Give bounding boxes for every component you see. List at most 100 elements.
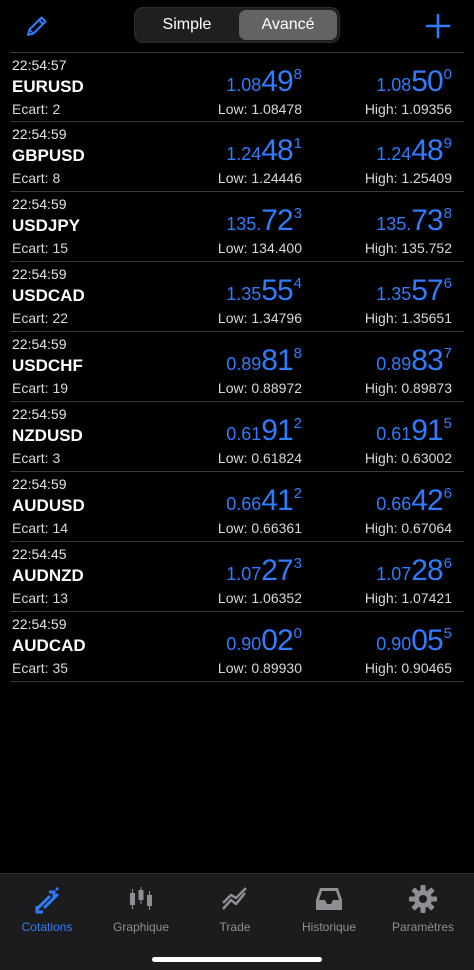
- quote-row[interactable]: 22:54:59 USDCAD Ecart: 22 1.35554 1.3557…: [10, 262, 464, 332]
- bid-price-fraction: 1: [293, 135, 302, 152]
- bid-price[interactable]: 135.723: [226, 204, 302, 238]
- bid-price-fraction: 0: [293, 625, 302, 642]
- bid-price-prefix: 0.89: [226, 354, 262, 374]
- ask-price-pips: 50: [411, 65, 443, 98]
- bid-price-prefix: 1.07: [226, 564, 262, 584]
- quote-low: Low: 0.89930: [217, 660, 302, 676]
- bid-price-prefix: 135.: [226, 214, 262, 234]
- quote-spread: Ecart: 19: [12, 380, 69, 396]
- ask-price-pips: 28: [411, 554, 443, 587]
- ask-price[interactable]: 1.35576: [376, 274, 452, 308]
- tab-label: Trade: [219, 920, 251, 934]
- ask-price-pips: 57: [411, 274, 443, 307]
- bid-price[interactable]: 1.35554: [226, 274, 302, 308]
- tab-label: Paramètres: [391, 920, 455, 934]
- ask-price-pips: 83: [411, 344, 443, 377]
- segment-simple[interactable]: Simple: [137, 10, 237, 40]
- quote-symbol: AUDNZD: [12, 566, 84, 585]
- quote-low: Low: 0.61824: [217, 450, 302, 466]
- bid-price[interactable]: 1.24481: [226, 134, 302, 168]
- quotes-list: 22:54:57 EURUSD Ecart: 2 1.08498 1.08500…: [0, 52, 474, 682]
- ask-price-prefix: 0.66: [376, 494, 412, 514]
- ask-price[interactable]: 0.61915: [376, 414, 452, 448]
- quote-row[interactable]: 22:54:59 USDJPY Ecart: 15 135.723 135.73…: [10, 192, 464, 262]
- ask-price-pips: 91: [411, 414, 443, 447]
- quote-time: 22:54:59: [12, 336, 67, 352]
- bid-price-pips: 41: [261, 484, 293, 517]
- quote-spread: Ecart: 22: [12, 310, 69, 326]
- bid-price[interactable]: 1.07273: [226, 554, 302, 588]
- bid-price-prefix: 1.35: [226, 284, 262, 304]
- bid-price-fraction: 4: [293, 275, 302, 292]
- bid-price-pips: 48: [261, 134, 293, 167]
- quote-row[interactable]: 22:54:59 GBPUSD Ecart: 8 1.24481 1.24489…: [10, 122, 464, 192]
- ask-price[interactable]: 1.24489: [376, 134, 452, 168]
- bid-price-fraction: 2: [293, 485, 302, 502]
- bid-price-prefix: 1.24: [226, 144, 262, 164]
- ask-price-fraction: 9: [443, 135, 452, 152]
- quote-row[interactable]: 22:54:59 AUDUSD Ecart: 14 0.66412 0.6642…: [10, 472, 464, 542]
- quote-low: Low: 1.08478: [217, 101, 302, 117]
- tab-cotations[interactable]: Cotations: [0, 880, 94, 940]
- bid-price-fraction: 2: [293, 415, 302, 432]
- quote-spread: Ecart: 15: [12, 240, 69, 256]
- quotes-arrows-icon: [35, 887, 59, 914]
- ask-price[interactable]: 0.89837: [376, 344, 452, 378]
- quote-spread: Ecart: 2: [12, 101, 61, 117]
- quote-spread: Ecart: 8: [12, 170, 61, 186]
- quote-symbol: AUDCAD: [12, 636, 86, 655]
- quote-time: 22:54:59: [12, 476, 67, 492]
- bid-price-pips: 02: [261, 624, 293, 657]
- ask-price-fraction: 6: [443, 485, 452, 502]
- quote-symbol: GBPUSD: [12, 146, 85, 165]
- pencil-icon[interactable]: [24, 13, 50, 39]
- quote-row[interactable]: 22:54:59 AUDCAD Ecart: 35 0.90020 0.9005…: [10, 612, 464, 682]
- quote-time: 22:54:45: [12, 546, 67, 562]
- quote-row[interactable]: 22:54:45 AUDNZD Ecart: 13 1.07273 1.0728…: [10, 542, 464, 612]
- bid-price-pips: 72: [261, 204, 293, 237]
- tab-parametres[interactable]: Paramètres: [376, 880, 470, 940]
- quote-row[interactable]: 22:54:59 NZDUSD Ecart: 3 0.61912 0.61915…: [10, 402, 464, 472]
- bid-price-pips: 81: [261, 344, 293, 377]
- quote-time: 22:54:57: [12, 57, 67, 73]
- ask-price[interactable]: 0.66426: [376, 484, 452, 518]
- ask-price-fraction: 0: [443, 66, 452, 83]
- bid-price[interactable]: 0.66412: [226, 484, 302, 518]
- ask-price-fraction: 8: [443, 205, 452, 222]
- bid-price-pips: 49: [261, 65, 293, 98]
- bid-price[interactable]: 0.90020: [226, 624, 302, 658]
- bid-price[interactable]: 0.61912: [226, 414, 302, 448]
- tab-graphique[interactable]: Graphique: [94, 880, 188, 940]
- tab-historique[interactable]: Historique: [282, 880, 376, 940]
- bid-price-fraction: 8: [293, 66, 302, 83]
- ask-price[interactable]: 0.90055: [376, 624, 452, 658]
- ask-price-prefix: 135.: [376, 214, 412, 234]
- quote-time: 22:54:59: [12, 266, 67, 282]
- quote-spread: Ecart: 14: [12, 520, 69, 536]
- bid-price[interactable]: 0.89818: [226, 344, 302, 378]
- view-mode-segmented-control: Simple Avancé: [134, 7, 340, 43]
- ask-price[interactable]: 1.07286: [376, 554, 452, 588]
- bid-price-prefix: 0.90: [226, 634, 262, 654]
- quote-spread: Ecart: 13: [12, 590, 69, 606]
- ask-price-pips: 05: [411, 624, 443, 657]
- quote-time: 22:54:59: [12, 126, 67, 142]
- bid-price[interactable]: 1.08498: [226, 65, 302, 99]
- ask-price[interactable]: 135.738: [376, 204, 452, 238]
- quote-low: Low: 1.24446: [217, 170, 302, 186]
- quote-high: High: 1.09356: [364, 101, 452, 117]
- plus-icon[interactable]: [424, 12, 452, 40]
- quote-row[interactable]: 22:54:57 EURUSD Ecart: 2 1.08498 1.08500…: [10, 52, 464, 122]
- tab-trade[interactable]: Trade: [188, 880, 282, 940]
- quote-symbol: USDCHF: [12, 356, 83, 375]
- segment-advanced[interactable]: Avancé: [239, 10, 337, 40]
- quote-high: High: 0.90465: [364, 660, 452, 676]
- tab-label: Graphique: [112, 920, 170, 934]
- quote-high: High: 135.752: [364, 240, 452, 256]
- tab-label: Cotations: [21, 920, 73, 934]
- history-inbox-icon: [316, 888, 342, 910]
- ask-price-prefix: 0.89: [376, 354, 412, 374]
- quote-low: Low: 1.34796: [217, 310, 302, 326]
- ask-price[interactable]: 1.08500: [376, 65, 452, 99]
- quote-row[interactable]: 22:54:59 USDCHF Ecart: 19 0.89818 0.8983…: [10, 332, 464, 402]
